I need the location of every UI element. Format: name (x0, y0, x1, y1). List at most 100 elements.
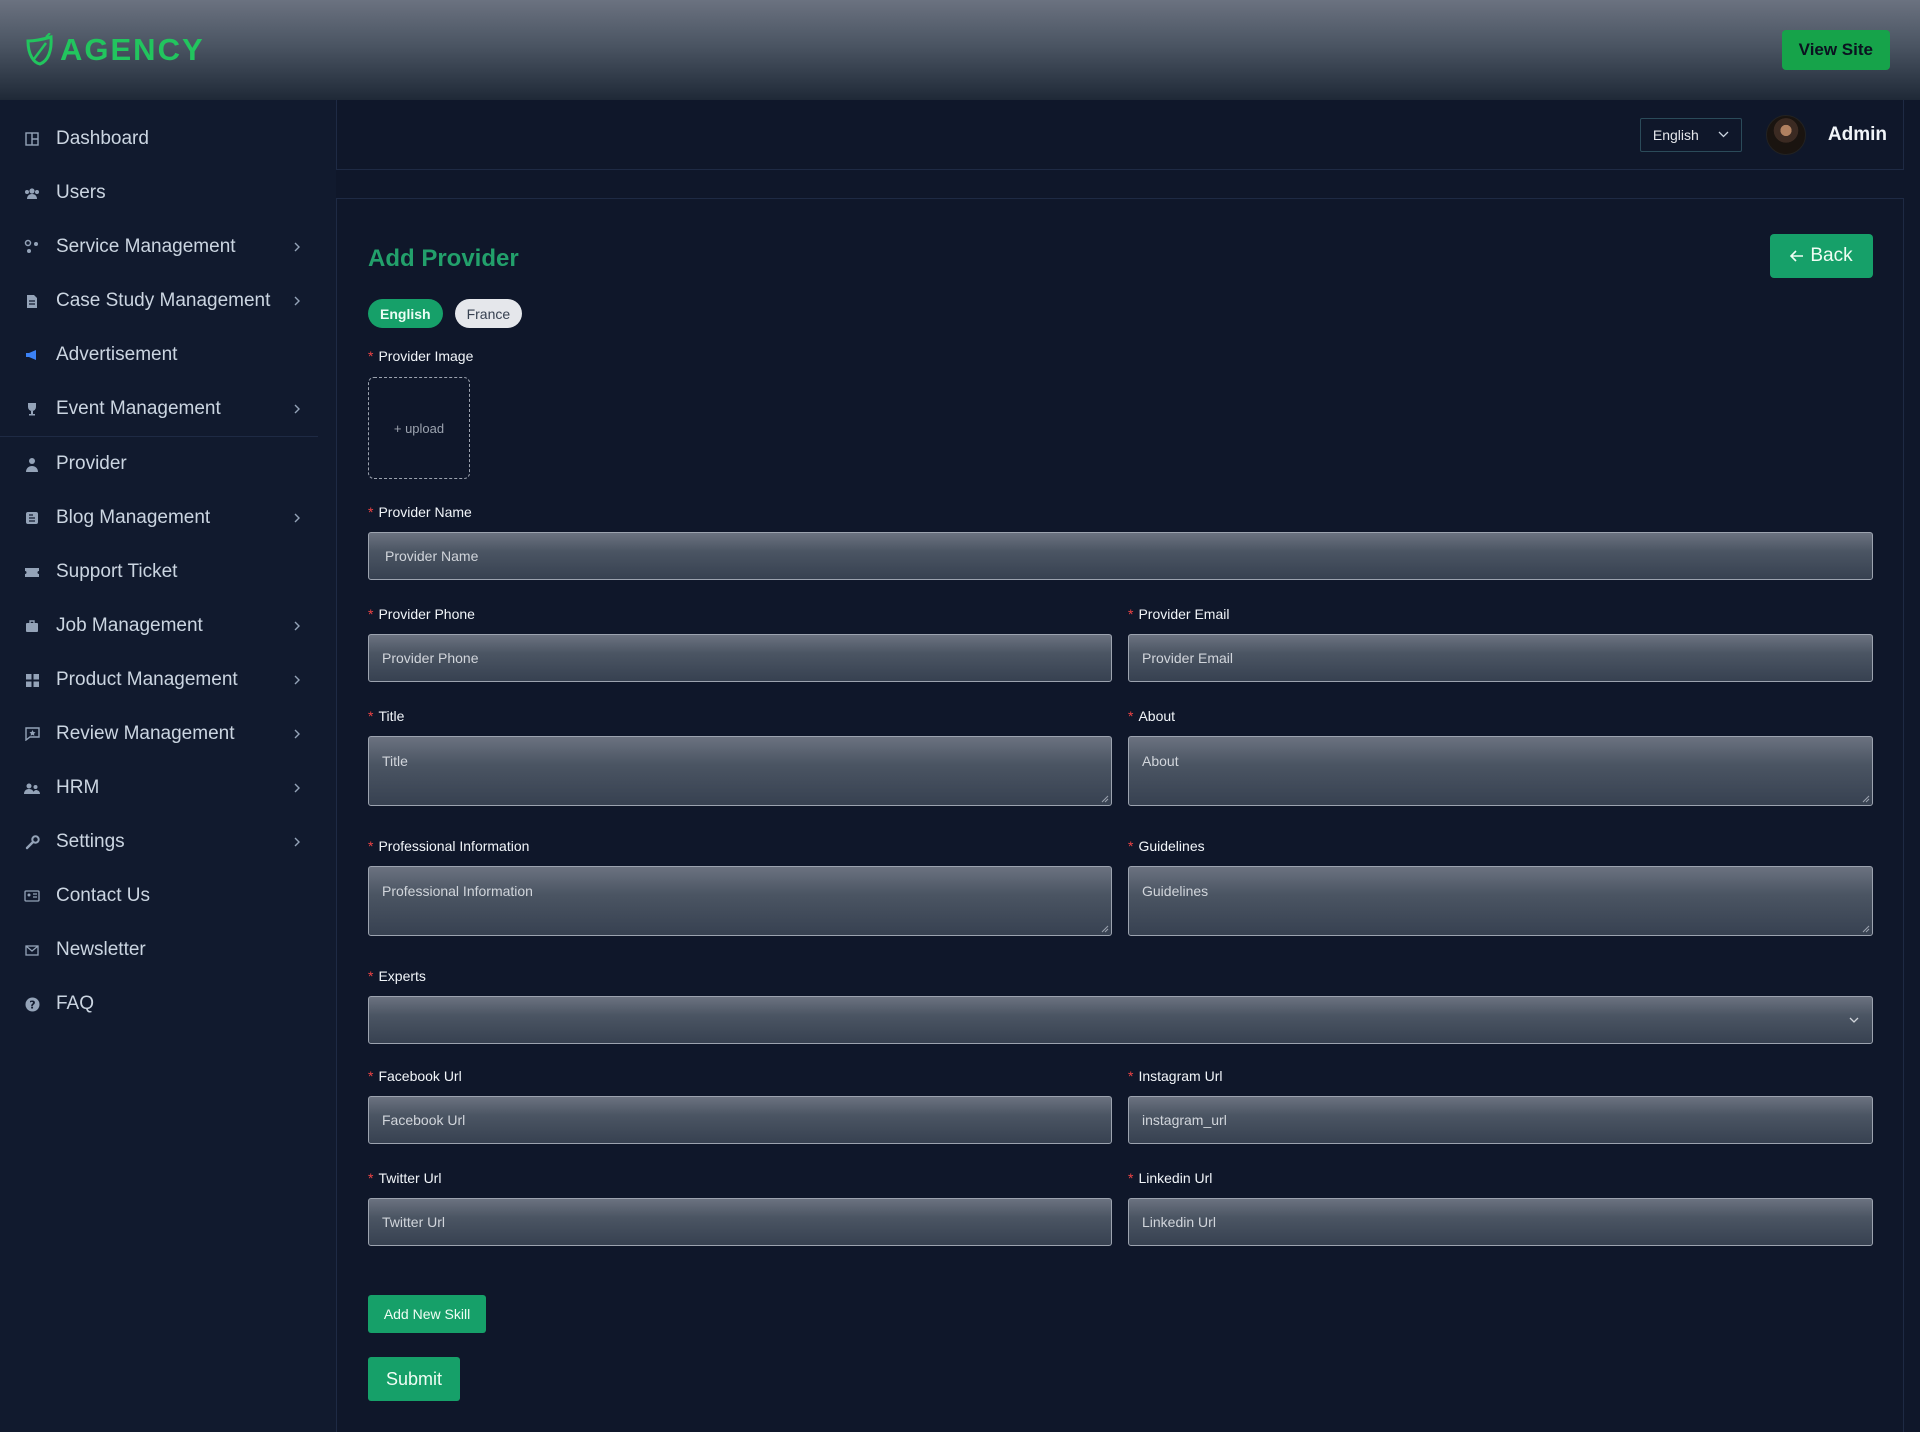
provider-phone-label: * Provider Phone (368, 606, 475, 622)
view-site-button[interactable]: View Site (1781, 30, 1890, 70)
chevron-right-icon (294, 296, 300, 306)
document-icon (24, 293, 40, 309)
guidelines-textarea[interactable]: Guidelines (1128, 866, 1873, 936)
sidebar-item-support-ticket[interactable]: Support Ticket (0, 545, 336, 599)
about-label: * About (1128, 708, 1176, 724)
twitter-url-label: * Twitter Url (368, 1170, 442, 1186)
title-placeholder: Title (382, 753, 408, 769)
resize-grip-icon[interactable] (1862, 795, 1870, 803)
sidebar-item-label: Case Study Management (56, 290, 271, 311)
sidebar-item-job-management[interactable]: Job Management (0, 599, 336, 653)
tab-english[interactable]: English (368, 299, 443, 328)
blog-icon (24, 510, 40, 526)
trophy-icon (24, 401, 40, 417)
language-select-value: English (1652, 126, 1699, 143)
user-name[interactable]: Admin (1828, 124, 1887, 146)
sidebar-item-label: FAQ (56, 993, 95, 1014)
avatar[interactable] (1765, 114, 1806, 155)
wrench-icon (24, 834, 40, 850)
svg-text:?: ? (29, 998, 35, 1011)
professional-information-textarea[interactable]: Professional Information (368, 866, 1112, 936)
sidebar-item-advertisement[interactable]: Advertisement (0, 328, 336, 382)
sidebar-item-label: Job Management (56, 615, 203, 636)
users-icon (24, 185, 40, 201)
brand-logo[interactable]: AGENCY (24, 32, 205, 68)
sidebar-item-contact-us[interactable]: Contact Us (0, 869, 336, 923)
page-title: Add Provider (368, 245, 519, 272)
sidebar-item-label: Settings (56, 831, 125, 852)
experts-label: * Experts (368, 968, 426, 984)
megaphone-icon (24, 347, 40, 363)
title-label: * Title (368, 708, 405, 724)
brand-name: AGENCY (60, 32, 205, 67)
contact-card-icon (24, 888, 40, 904)
provider-image-upload[interactable]: + upload (368, 377, 470, 479)
linkedin-url-input[interactable]: Linkedin Url (1128, 1198, 1873, 1246)
arrow-left-icon (1790, 250, 1804, 262)
sidebar-item-label: Blog Management (56, 507, 211, 528)
sidebar-item-label: Review Management (56, 723, 235, 744)
sidebar-item-product-management[interactable]: Product Management (0, 653, 336, 707)
twitter-url-input[interactable]: Twitter Url (368, 1198, 1112, 1246)
resize-grip-icon[interactable] (1101, 925, 1109, 933)
sidebar-item-label: Provider (56, 453, 127, 474)
about-placeholder: About (1142, 753, 1179, 769)
top-bar: AGENCY View Site (0, 0, 1920, 100)
person-icon (24, 456, 40, 472)
provider-email-input[interactable]: Provider Email (1128, 634, 1873, 682)
question-icon: ? (24, 996, 40, 1012)
provider-name-input[interactable]: Provider Name (368, 532, 1873, 580)
chevron-right-icon (294, 621, 300, 631)
about-textarea[interactable]: About (1128, 736, 1873, 806)
team-icon (24, 780, 40, 796)
resize-grip-icon[interactable] (1862, 925, 1870, 933)
sidebar-item-service-management[interactable]: Service Management (0, 220, 336, 274)
review-icon (24, 726, 40, 742)
sidebar-item-users[interactable]: Users (0, 166, 336, 220)
professional-information-placeholder: Professional Information (382, 883, 533, 899)
chevron-right-icon (294, 513, 300, 523)
sidebar-item-label: Dashboard (56, 128, 149, 149)
experts-select[interactable] (368, 996, 1873, 1044)
resize-grip-icon[interactable] (1101, 795, 1109, 803)
briefcase-icon (24, 618, 40, 634)
provider-phone-input[interactable]: Provider Phone (368, 634, 1112, 682)
facebook-url-label: * Facebook Url (368, 1068, 462, 1084)
ticket-icon (24, 564, 40, 580)
title-textarea[interactable]: Title (368, 736, 1112, 806)
sidebar-item-label: Contact Us (56, 885, 150, 906)
provider-image-label: * Provider Image (368, 348, 474, 364)
sidebar-item-review-management[interactable]: Review Management (0, 707, 336, 761)
submit-button[interactable]: Submit (368, 1357, 460, 1401)
sidebar-item-label: Newsletter (56, 939, 146, 960)
content-header: English Admin (336, 100, 1904, 170)
sidebar-item-blog-management[interactable]: Blog Management (0, 491, 336, 545)
sidebar-item-label: Users (56, 182, 106, 203)
sidebar-item-dashboard[interactable]: Dashboard (0, 112, 336, 166)
add-new-skill-button[interactable]: Add New Skill (368, 1295, 486, 1333)
tab-france[interactable]: France (454, 299, 523, 328)
sidebar-item-newsletter[interactable]: Newsletter (0, 923, 336, 977)
sidebar-item-label: Service Management (56, 236, 236, 257)
instagram-url-input[interactable]: instagram_url (1128, 1096, 1873, 1144)
dashboard-icon (24, 131, 40, 147)
sidebar-item-case-study-management[interactable]: Case Study Management (0, 274, 336, 328)
back-button[interactable]: Back (1770, 234, 1873, 278)
chevron-right-icon (294, 404, 300, 414)
linkedin-url-label: * Linkedin Url (1128, 1170, 1213, 1186)
sidebar-item-label: Event Management (56, 398, 221, 419)
provider-email-label: * Provider Email (1128, 606, 1230, 622)
sidebar-item-faq[interactable]: ? FAQ (0, 977, 336, 1031)
sidebar-item-event-management[interactable]: Event Management (0, 382, 336, 436)
sidebar-item-settings[interactable]: Settings (0, 815, 336, 869)
sidebar-item-provider[interactable]: Provider (0, 437, 336, 491)
facebook-url-input[interactable]: Facebook Url (368, 1096, 1112, 1144)
sidebar-item-label: Product Management (56, 669, 238, 690)
chevron-right-icon (294, 729, 300, 739)
sidebar-item-hrm[interactable]: HRM (0, 761, 336, 815)
leaf-logo-icon (26, 33, 53, 66)
chevron-down-icon (1849, 1017, 1859, 1023)
grid-icon (24, 672, 40, 688)
back-button-label: Back (1810, 245, 1853, 266)
language-select[interactable]: English (1639, 117, 1742, 152)
